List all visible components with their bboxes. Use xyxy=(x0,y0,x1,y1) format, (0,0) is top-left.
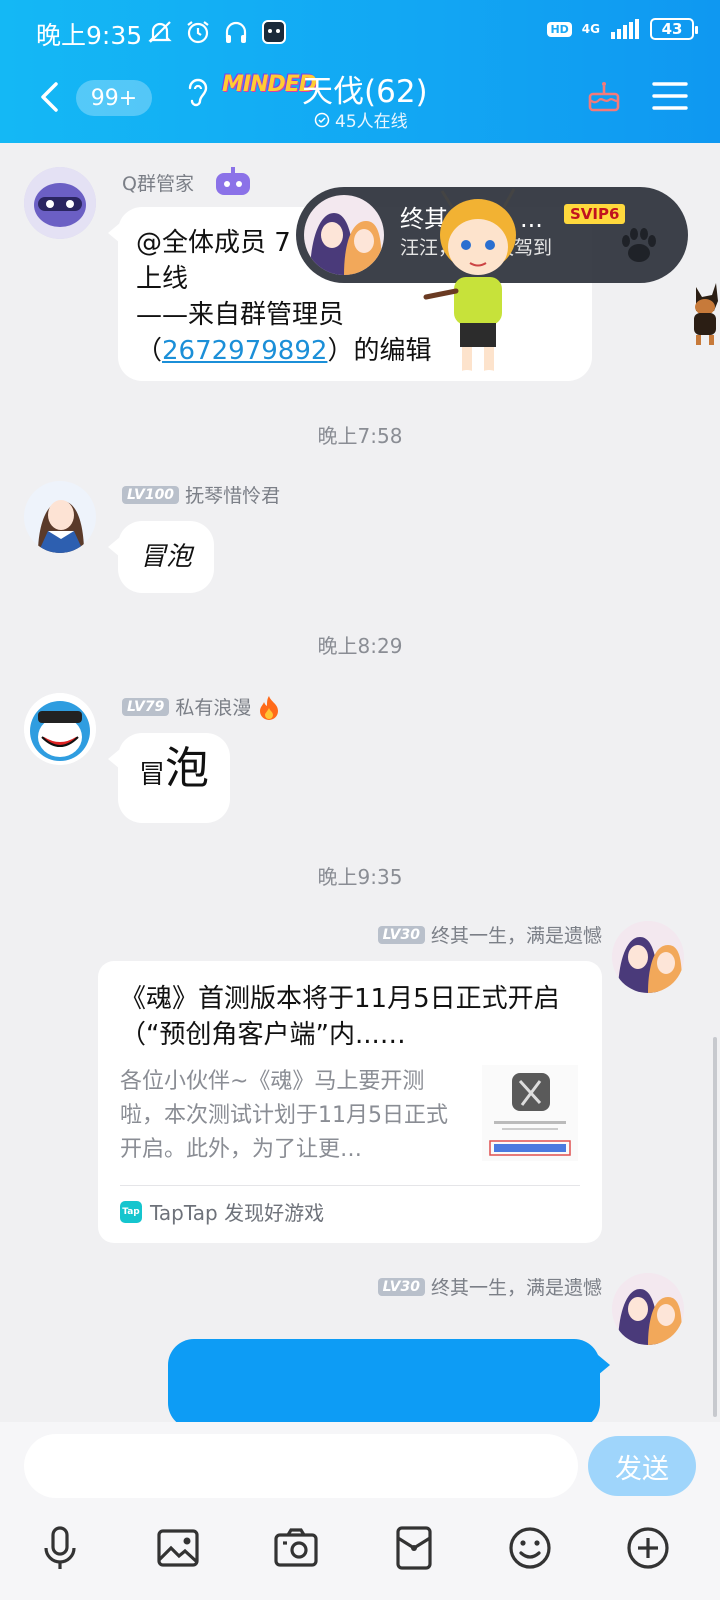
menu-icon[interactable] xyxy=(652,80,688,112)
online-count: 45人在线 xyxy=(314,107,408,132)
camera-icon[interactable] xyxy=(272,1524,320,1572)
avatar-user[interactable] xyxy=(24,481,96,553)
alarm-icon xyxy=(187,21,209,44)
card-description: 各位小伙伴~《魂》马上要开测啦，本次测试计划于11月5日正式开启。此外，为了让更… xyxy=(120,1069,448,1162)
hd-badge: HD xyxy=(547,21,572,37)
banner-avatar xyxy=(304,195,384,275)
avatar-bot[interactable] xyxy=(24,167,96,239)
time-divider: 晚上7:58 xyxy=(317,424,403,448)
emoji-icon[interactable] xyxy=(506,1524,554,1572)
network-type: 4G xyxy=(581,22,600,36)
svip-badge: SVIP6 xyxy=(564,204,626,224)
message-bubble[interactable]: 冒泡 xyxy=(118,521,214,593)
nav-bar: 99+ MINDED 天伐(62) 45人在线 xyxy=(0,66,720,143)
card-source: Tap TapTap 发现好游戏 xyxy=(120,1197,324,1226)
anime-girl-avatar-icon xyxy=(24,481,96,553)
input-toolbar xyxy=(0,1508,720,1600)
unread-count-badge[interactable]: 99+ xyxy=(76,80,152,116)
plus-icon[interactable] xyxy=(624,1524,672,1572)
ear-icon[interactable] xyxy=(184,76,210,112)
sender-row: LV30 终其一生，满是遗憾 xyxy=(377,921,602,948)
sender-name: 私有浪漫 xyxy=(175,697,252,719)
red-packet-icon[interactable] xyxy=(390,1524,438,1572)
level-badge: LV79 xyxy=(122,697,170,716)
time-divider: 晚上9:35 xyxy=(317,865,403,889)
qq-number-link[interactable]: 2672979892 xyxy=(162,336,327,366)
message-text-big: 泡 xyxy=(165,743,209,794)
back-arrow-icon[interactable] xyxy=(36,80,62,114)
headphone-icon xyxy=(225,21,247,43)
birthday-cake-icon[interactable] xyxy=(586,78,622,114)
card-source-label: TapTap 发现好游戏 xyxy=(150,1201,325,1225)
header: 晚上9:35 HD 4G 43 99+ MINDED 天伐(62) 45人在线 xyxy=(0,0,720,143)
anime-pair-avatar-icon xyxy=(612,921,684,993)
avatar-self[interactable] xyxy=(612,1273,684,1345)
battery-level: 43 xyxy=(661,20,683,38)
mic-icon[interactable] xyxy=(36,1524,84,1572)
avatar-user[interactable] xyxy=(24,693,96,765)
send-button[interactable]: 发送 xyxy=(588,1436,696,1496)
group-title[interactable]: 天伐(62) xyxy=(302,66,428,111)
sender-name: 抚琴惜怜君 xyxy=(185,485,281,507)
level-badge: LV30 xyxy=(377,925,425,944)
game-thumbnail-icon xyxy=(482,1065,578,1161)
chat-area[interactable]: Q群管家 @全体成员 7 上线 ——来自群管理员 （2672979892）的编辑… xyxy=(0,143,720,1422)
share-card[interactable]: 《魂》首测版本将于11月5日正式开启（“预创角客户端”内...… 各位小伙伴~《… xyxy=(98,961,602,1243)
cartoon-boy-sticker-icon xyxy=(423,188,516,380)
card-thumbnail xyxy=(482,1065,578,1161)
online-check-icon xyxy=(314,112,330,127)
paw-icon xyxy=(622,228,656,262)
robot-avatar-icon xyxy=(24,167,96,239)
doraemon-avatar-icon xyxy=(24,693,96,765)
level-badge: LV100 xyxy=(122,485,180,504)
fire-icon xyxy=(260,695,279,720)
self-message-bubble[interactable] xyxy=(168,1339,600,1422)
message-bubble[interactable]: 冒 泡 xyxy=(118,733,230,823)
input-area: 发送 xyxy=(0,1422,720,1600)
status-right: HD 4G 43 xyxy=(547,18,698,40)
card-divider xyxy=(120,1185,580,1186)
message-text: 冒泡 xyxy=(139,542,192,572)
avatar-self[interactable] xyxy=(612,921,684,993)
sender-row: LV100 抚琴惜怜君 xyxy=(122,481,280,508)
sender-name: Q群管家 xyxy=(122,172,194,195)
sender-name: 终其一生，满是遗憾 xyxy=(430,1277,602,1299)
signal-icon xyxy=(611,19,639,39)
sender-row: Q群管家 xyxy=(122,167,252,197)
online-count-label: 45人在线 xyxy=(335,112,408,132)
time-divider: 晚上8:29 xyxy=(317,634,403,658)
sender-row: LV30 终其一生，满是遗憾 xyxy=(377,1273,602,1300)
sender-row: LV79 私有浪漫 xyxy=(122,693,281,720)
image-icon[interactable] xyxy=(154,1524,202,1572)
anime-pair-avatar-icon xyxy=(304,195,384,275)
message-line-end: ）的编辑 xyxy=(327,336,432,366)
message-text-small: 冒 xyxy=(138,760,165,790)
status-bar: 晚上9:35 HD 4G 43 xyxy=(0,0,720,66)
sender-name: 终其一生，满是遗憾 xyxy=(430,925,602,947)
bot-badge-icon xyxy=(215,167,250,195)
paren-open: （ xyxy=(136,336,163,366)
message-input[interactable] xyxy=(24,1434,578,1498)
level-badge: LV30 xyxy=(377,1277,425,1296)
app-notification-icon xyxy=(262,20,286,44)
dog-sticker-icon xyxy=(694,283,718,345)
status-icons xyxy=(146,18,288,46)
mute-vibrate-icon xyxy=(148,21,172,43)
anime-pair-avatar-icon xyxy=(612,1273,684,1345)
status-time: 晚上9:35 xyxy=(36,21,143,50)
chat-scrollbar[interactable] xyxy=(713,1037,717,1417)
battery-indicator: 43 xyxy=(650,18,698,40)
taptap-icon: Tap xyxy=(120,1200,142,1223)
card-title: 《魂》首测版本将于11月5日正式开启（“预创角客户端”内...… xyxy=(120,984,560,1050)
